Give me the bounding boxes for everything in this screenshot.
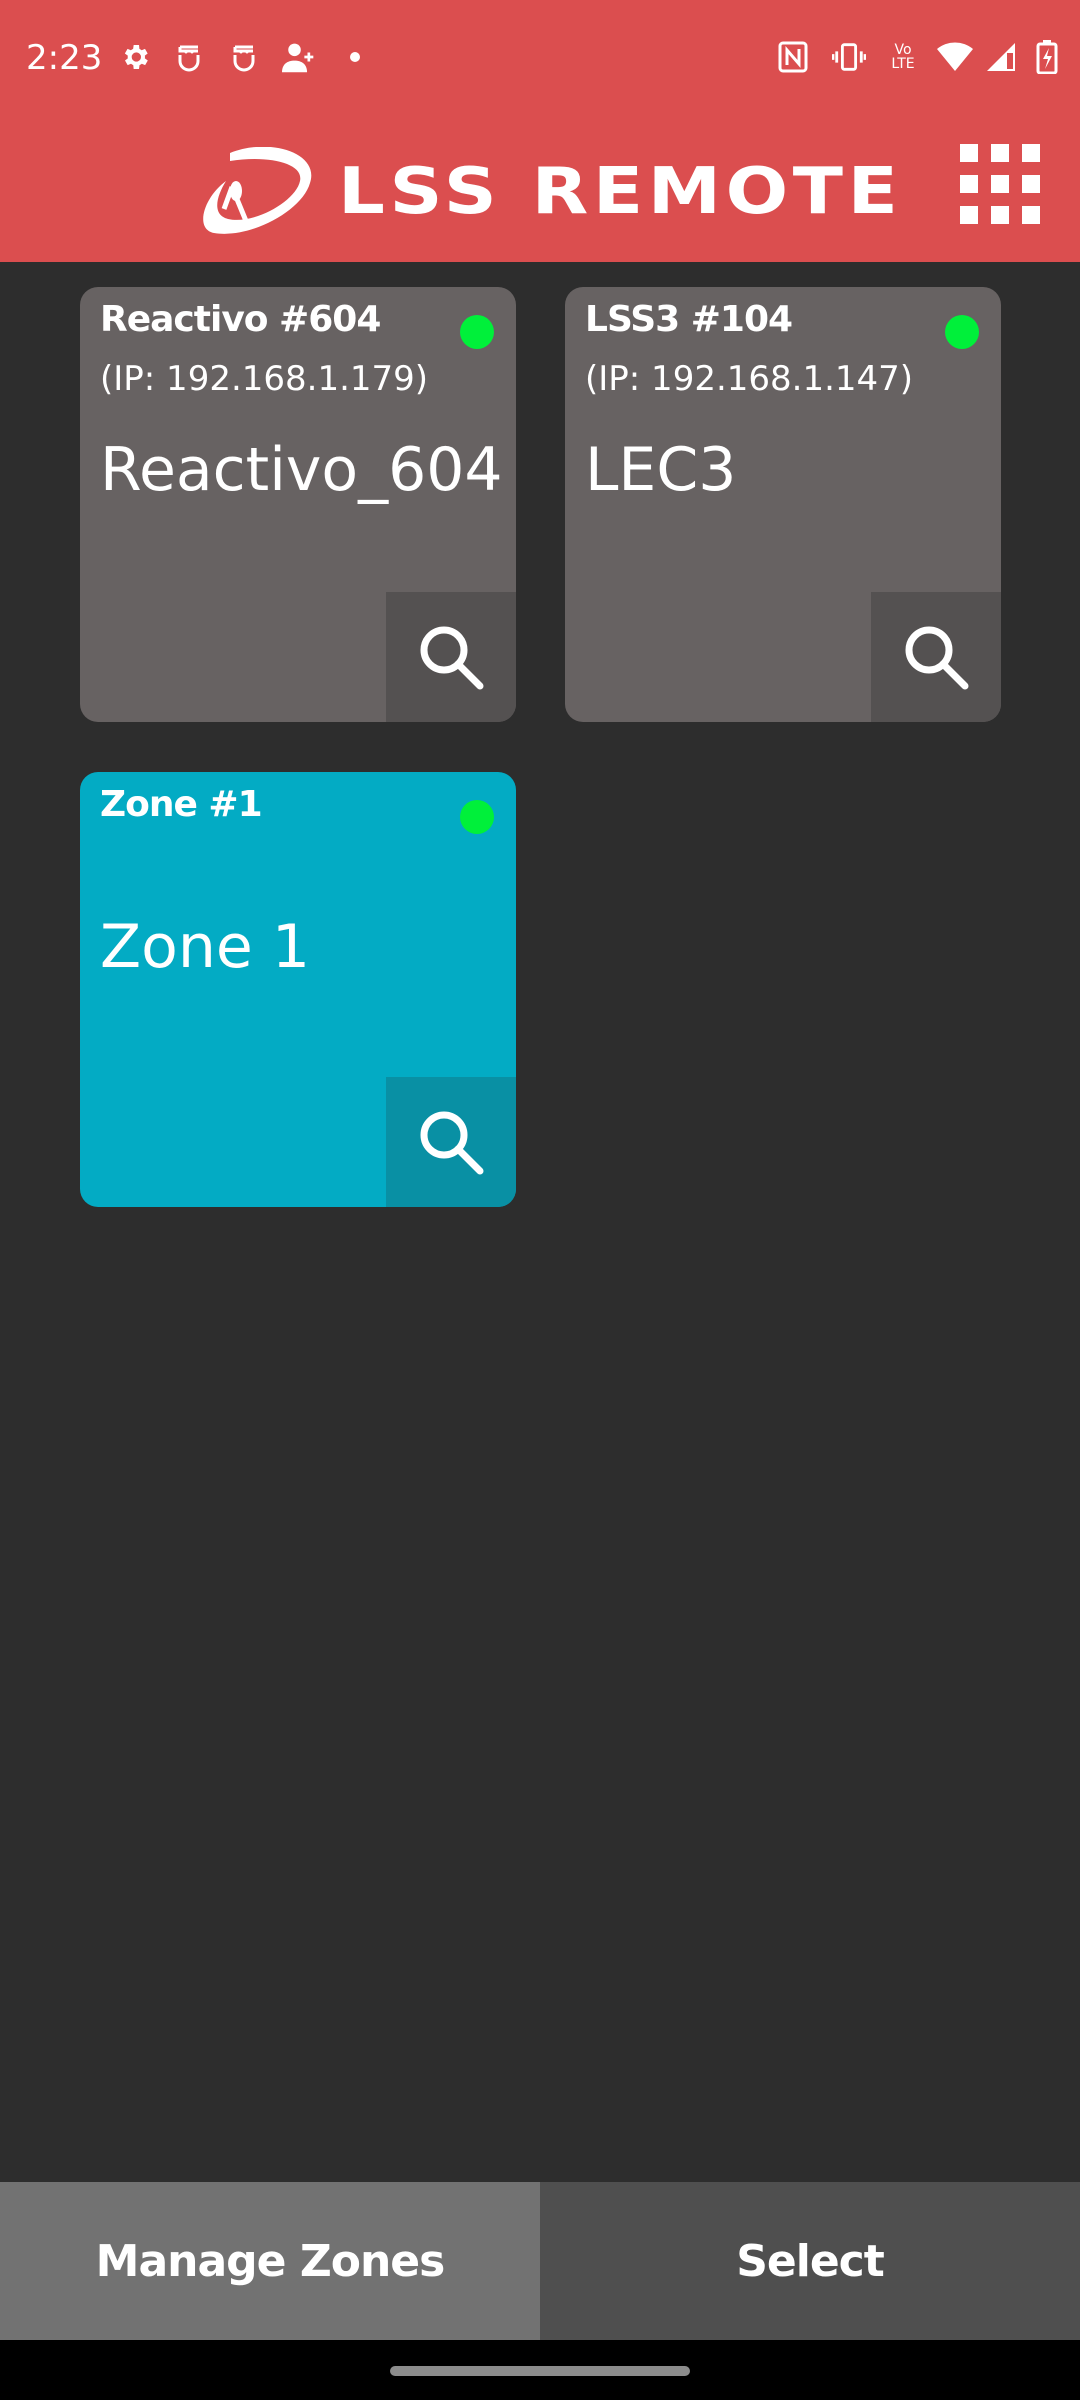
select-button[interactable]: Select [540, 2182, 1080, 2340]
search-icon [420, 626, 484, 690]
android-debug-icon [227, 40, 261, 74]
grid-dot [991, 206, 1009, 224]
device-card-reactivo-604[interactable]: Reactivo #604 (IP: 192.168.1.179) Reacti… [80, 287, 516, 722]
android-debug-icon [172, 40, 206, 74]
zone-name: Zone 1 [100, 912, 310, 982]
home-gesture-handle[interactable] [390, 2366, 690, 2376]
volte-label-top: Vo [894, 42, 912, 58]
device-title: LSS3 #104 [585, 299, 793, 340]
grid-dot [960, 206, 978, 224]
system-nav-bar [0, 2340, 1080, 2400]
device-search-button[interactable] [386, 592, 516, 722]
app-logo: LSS REMOTE [200, 138, 898, 246]
search-icon [905, 626, 969, 690]
device-ip: (IP: 192.168.1.147) [585, 359, 914, 399]
device-name: Reactivo_604 [100, 435, 503, 505]
device-title: Reactivo #604 [100, 299, 381, 340]
status-online-indicator [945, 315, 979, 349]
grid-dot [1022, 144, 1040, 162]
grid-dot [991, 175, 1009, 193]
zone-card-zone-1[interactable]: Zone #1 Zone 1 [80, 772, 516, 1207]
zone-search-button[interactable] [386, 1077, 516, 1207]
satellite-dish-icon [203, 147, 312, 234]
status-bar: 2:23 Vo LTE [0, 0, 1080, 120]
volte-icon: Vo LTE [886, 40, 920, 74]
grid-dot [1022, 175, 1040, 193]
notification-dot-icon [338, 40, 372, 74]
nfc-icon [776, 40, 810, 74]
cell-signal-icon [984, 40, 1018, 74]
search-icon [420, 1111, 484, 1175]
grid-menu-icon [960, 144, 978, 162]
app-bar: LSS REMOTE [0, 120, 1080, 262]
volte-label-bottom: LTE [891, 56, 915, 72]
status-online-indicator [460, 315, 494, 349]
vibrate-icon [832, 40, 866, 74]
device-search-button[interactable] [871, 592, 1001, 722]
app-title: LSS REMOTE [338, 155, 903, 229]
gear-icon [118, 40, 152, 74]
device-card-lss3-104[interactable]: LSS3 #104 (IP: 192.168.1.147) LEC3 [565, 287, 1001, 722]
battery-charging-icon [1030, 40, 1064, 74]
grid-dot [991, 144, 1009, 162]
status-time: 2:23 [26, 38, 103, 78]
add-contact-icon [282, 40, 316, 74]
manage-zones-button[interactable]: Manage Zones [0, 2182, 540, 2340]
status-online-indicator [460, 800, 494, 834]
wifi-icon [935, 40, 975, 74]
grid-dot [1022, 206, 1040, 224]
device-name: LEC3 [585, 435, 737, 505]
zone-title: Zone #1 [100, 784, 263, 825]
bottom-action-bar: Manage Zones Select [0, 2182, 1080, 2340]
device-ip: (IP: 192.168.1.179) [100, 359, 429, 399]
grid-menu-button[interactable] [960, 144, 1040, 224]
grid-dot [960, 175, 978, 193]
